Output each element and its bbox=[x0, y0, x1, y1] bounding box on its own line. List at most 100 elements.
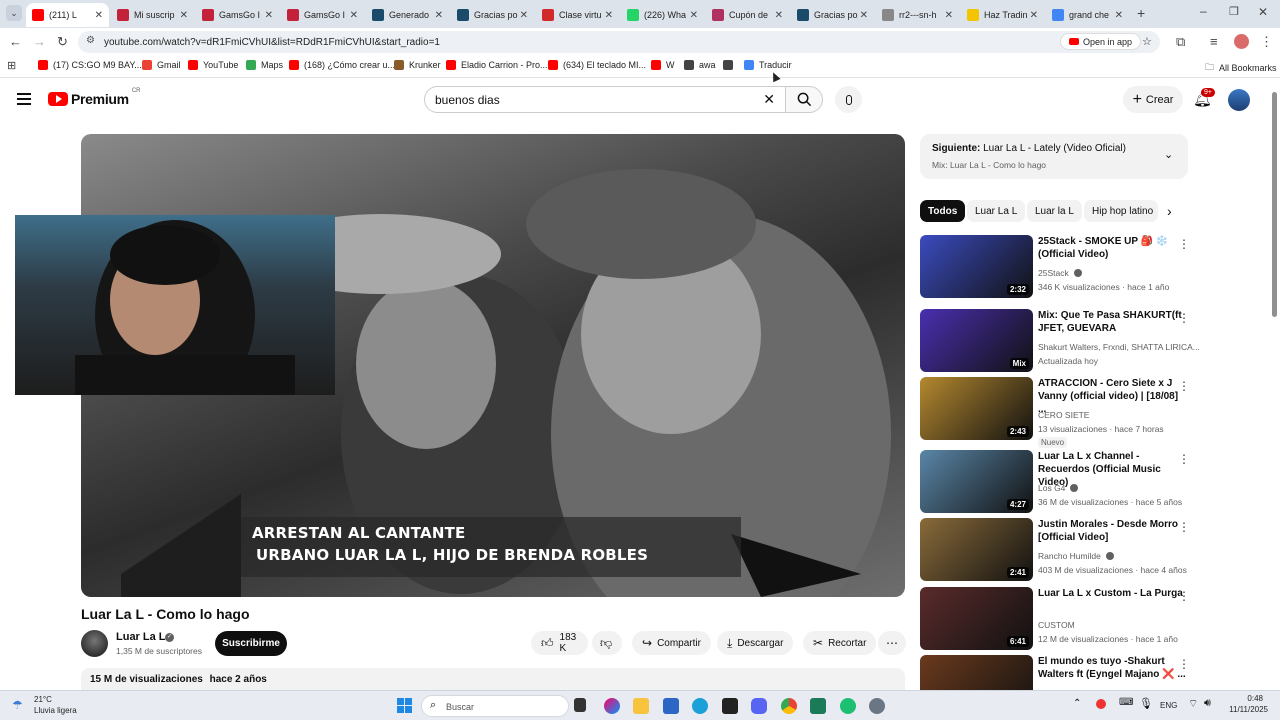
task-view-icon[interactable] bbox=[574, 698, 586, 712]
close-tab-icon[interactable]: ✕ bbox=[945, 10, 953, 21]
app-icon-mint[interactable] bbox=[840, 698, 856, 714]
clock-date[interactable]: 11/11/2025 bbox=[1220, 705, 1268, 714]
close-tab-icon[interactable]: ✕ bbox=[605, 10, 613, 21]
tray-wifi-icon[interactable]: ⌔ bbox=[1188, 697, 1198, 711]
app-icon-green[interactable] bbox=[810, 698, 826, 714]
close-tab-icon[interactable]: ✕ bbox=[775, 10, 783, 21]
bookmark-item[interactable]: Traducir bbox=[744, 60, 792, 70]
dislike-button[interactable]: 👎︎ bbox=[592, 631, 622, 655]
tray-volume-icon[interactable]: 🔊︎ bbox=[1204, 697, 1211, 710]
new-tab-icon[interactable]: + bbox=[1137, 5, 1145, 21]
close-tab-icon[interactable]: ✕ bbox=[520, 10, 528, 21]
more-vertical-icon[interactable]: ⋮ bbox=[1178, 311, 1190, 325]
start-button[interactable] bbox=[397, 698, 412, 713]
browser-menu-icon[interactable]: ⋮ bbox=[1260, 34, 1273, 50]
tab-search-icon[interactable]: ⌄ bbox=[6, 5, 22, 21]
tray-network-icon[interactable]: ⌨ bbox=[1119, 697, 1133, 708]
more-vertical-icon[interactable]: ⋮ bbox=[1178, 379, 1190, 393]
close-tab-icon[interactable]: ✕ bbox=[350, 10, 358, 21]
search-button[interactable] bbox=[785, 86, 823, 113]
up-next-panel[interactable]: Siguiente: Luar La L - Lately (Video Ofi… bbox=[920, 134, 1188, 179]
media-controls-icon[interactable]: ≡ bbox=[1210, 34, 1218, 49]
description-box[interactable]: 15 M de visualizaciones hace 2 años bbox=[81, 668, 905, 690]
recommendation-item[interactable]: Mix Mix: Que Te Pasa SHAKURT(ft JFET, GUE… bbox=[920, 309, 1200, 373]
close-tab-icon[interactable]: ✕ bbox=[1115, 10, 1123, 21]
tray-chevron-icon[interactable]: ⌃ bbox=[1073, 698, 1081, 709]
bookmark-item[interactable]: Maps bbox=[246, 60, 283, 70]
video-thumbnail[interactable]: 2:43 bbox=[920, 377, 1033, 440]
bookmark-item[interactable]: (168) ¿Cómo crear u... bbox=[289, 60, 395, 70]
apps-grid-icon[interactable]: ⊞ bbox=[7, 59, 16, 72]
minimize-icon[interactable]: – bbox=[1200, 4, 1207, 18]
share-button[interactable]: ↪ Compartir bbox=[632, 631, 711, 655]
address-bar[interactable]: ⚙ youtube.com/watch?v=dR1FmiCVhUI&list=R… bbox=[78, 31, 1160, 53]
recommendation-item[interactable]: 2:41 Justin Morales - Desde Morro [Offici… bbox=[920, 518, 1190, 582]
terminal-icon[interactable] bbox=[722, 698, 738, 714]
back-icon[interactable]: ← bbox=[9, 34, 22, 49]
bookmark-item[interactable]: Gmail bbox=[142, 60, 181, 70]
profile-avatar[interactable] bbox=[1234, 34, 1249, 49]
browser-tab[interactable]: GamsGo I ✕ bbox=[196, 3, 279, 27]
bookmark-item[interactable] bbox=[723, 60, 738, 70]
filter-chip[interactable]: Luar La L bbox=[967, 200, 1026, 222]
channel-name[interactable]: Luar La L bbox=[116, 631, 166, 643]
taskbar-search[interactable]: ⌕ Buscar bbox=[421, 695, 569, 717]
video-thumbnail[interactable]: 4:27 bbox=[920, 450, 1033, 513]
page-scrollbar[interactable] bbox=[1272, 92, 1277, 317]
filter-chip[interactable]: Hip hop latino bbox=[1084, 200, 1158, 222]
video-thumbnail[interactable]: Mix bbox=[920, 309, 1033, 372]
youtube-logo[interactable]: Premium CR bbox=[48, 88, 140, 107]
more-vertical-icon[interactable]: ⋮ bbox=[1178, 520, 1190, 534]
close-tab-icon[interactable]: ✕ bbox=[435, 10, 443, 21]
discord-icon[interactable] bbox=[751, 698, 767, 714]
all-bookmarks[interactable]: 🗀 All Bookmarks bbox=[1205, 60, 1277, 76]
restore-icon[interactable]: ❐ bbox=[1229, 5, 1239, 18]
browser-tab[interactable]: (226) Wha ✕ bbox=[621, 3, 704, 27]
browser-tab[interactable]: Clase virtu ✕ bbox=[536, 3, 619, 27]
like-button[interactable]: 👍︎ 183 K bbox=[531, 631, 588, 655]
site-info-icon[interactable]: ⚙ bbox=[86, 35, 95, 46]
search-input[interactable]: buenos dias ✕ bbox=[424, 86, 786, 113]
browser-tab[interactable]: GamsGo I ✕ bbox=[281, 3, 364, 27]
open-in-app-button[interactable]: Open in app bbox=[1060, 33, 1142, 50]
video-thumbnail[interactable]: 2:32 bbox=[920, 235, 1033, 298]
browser-tab[interactable]: Gracias po ✕ bbox=[451, 3, 534, 27]
clear-search-icon[interactable]: ✕ bbox=[763, 91, 775, 108]
bookmark-star-icon[interactable]: ☆ bbox=[1142, 35, 1152, 48]
bookmark-item[interactable]: (634) El teclado MI... bbox=[548, 60, 646, 70]
recommendation-item[interactable]: 6:41 Luar La L x Custom - La Purga CUSTOM 1… bbox=[920, 587, 1190, 651]
notifications-button[interactable]: 🔔︎ 9+ bbox=[1193, 88, 1215, 109]
tray-app-icon[interactable] bbox=[1096, 699, 1106, 709]
language-indicator[interactable]: ENG bbox=[1160, 701, 1177, 710]
browser-tab[interactable]: Mi suscrip ✕ bbox=[111, 3, 194, 27]
account-avatar[interactable] bbox=[1228, 89, 1250, 111]
browser-tab[interactable]: Cupón de ✕ bbox=[706, 3, 789, 27]
download-button[interactable]: ⤓ Descargar bbox=[717, 631, 794, 655]
more-vertical-icon[interactable]: ⋮ bbox=[1178, 657, 1190, 671]
edge-icon[interactable] bbox=[692, 698, 708, 714]
more-vertical-icon[interactable]: ⋮ bbox=[1178, 589, 1190, 603]
close-tab-icon[interactable]: ✕ bbox=[860, 10, 868, 21]
file-explorer-icon[interactable] bbox=[633, 698, 649, 714]
recommendation-item[interactable]: 2:43 ATRACCION - Cero Siete x J Vanny (of… bbox=[920, 377, 1190, 448]
clock-time[interactable]: 0:48 bbox=[1228, 694, 1263, 703]
video-thumbnail[interactable]: 6:41 bbox=[920, 587, 1033, 650]
close-tab-icon[interactable]: ✕ bbox=[265, 10, 273, 21]
bookmark-item[interactable]: YouTube bbox=[188, 60, 238, 70]
more-vertical-icon[interactable]: ⋮ bbox=[1178, 452, 1190, 466]
browser-tab[interactable]: rr2---sn-h ✕ bbox=[876, 3, 959, 27]
chips-next-icon[interactable]: › bbox=[1167, 203, 1172, 219]
reload-icon[interactable]: ↻ bbox=[57, 34, 68, 50]
copilot-icon[interactable] bbox=[604, 698, 620, 714]
close-tab-icon[interactable]: ✕ bbox=[180, 10, 188, 21]
chevron-down-icon[interactable]: ⌄ bbox=[1164, 148, 1173, 161]
voice-search-button[interactable] bbox=[835, 86, 862, 113]
browser-tab[interactable]: Gracias po ✕ bbox=[791, 3, 874, 27]
bookmark-item[interactable]: (17) CS:GO M9 BAY... bbox=[38, 60, 142, 70]
browser-tab[interactable]: (211) L ✕ bbox=[26, 3, 109, 27]
browser-tab[interactable]: grand che ✕ bbox=[1046, 3, 1129, 27]
close-tab-icon[interactable]: ✕ bbox=[1030, 10, 1038, 21]
close-tab-icon[interactable]: ✕ bbox=[690, 10, 698, 21]
bookmark-item[interactable]: W bbox=[651, 60, 675, 70]
menu-icon[interactable] bbox=[17, 93, 31, 105]
